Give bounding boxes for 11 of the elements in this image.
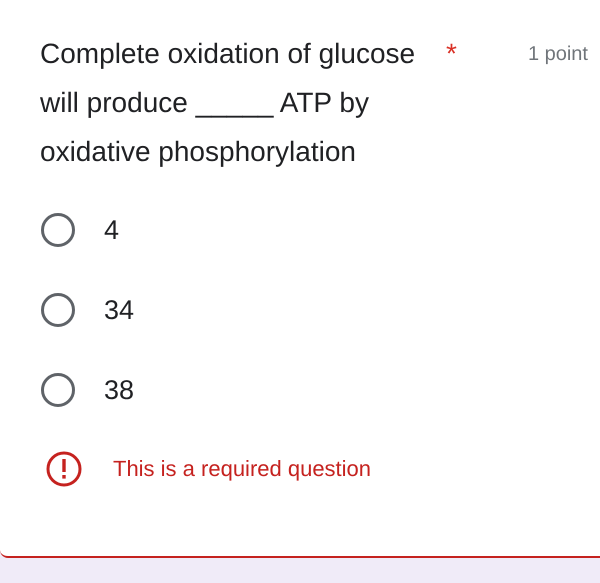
option-label[interactable]: 38 — [104, 374, 134, 406]
option-label[interactable]: 34 — [104, 294, 134, 326]
error-icon — [46, 451, 82, 487]
radio-button[interactable] — [41, 213, 75, 247]
radio-button[interactable] — [41, 293, 75, 327]
radio-button[interactable] — [41, 373, 75, 407]
required-asterisk: * — [446, 37, 457, 71]
option-label[interactable]: 4 — [104, 214, 120, 246]
error-message: This is a required question — [113, 456, 372, 482]
question-title: Complete oxidation of glucose will produce _____ ATP by oxidative phosphorylation — [40, 37, 416, 169]
points-label: 1 point — [528, 43, 588, 66]
